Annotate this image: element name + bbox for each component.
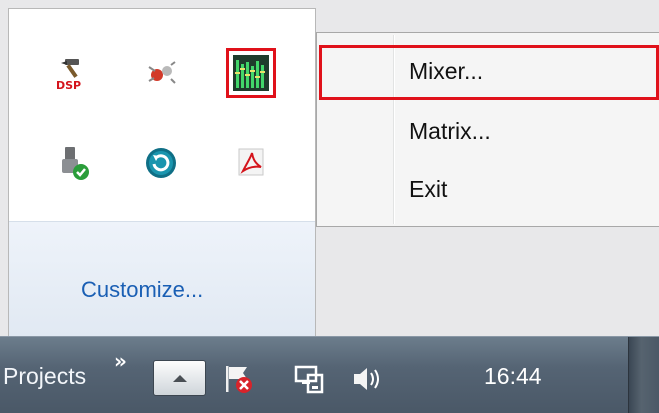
menu-item-mixer[interactable]: Mixer... (319, 45, 659, 100)
mixer-equalizer-icon[interactable] (223, 45, 279, 101)
usb-connected-icon[interactable] (45, 135, 101, 191)
notification-overflow-panel: DSP Customize... (8, 8, 316, 336)
volume-icon[interactable] (348, 359, 388, 399)
menu-item-label: Matrix... (409, 118, 491, 144)
show-desktop-button[interactable] (628, 337, 659, 413)
taskbar-overflow-chevron[interactable]: » (114, 349, 127, 373)
chevron-up-icon (172, 375, 187, 382)
context-menu: Mixer... Matrix... Exit (316, 32, 659, 227)
taskbar-clock[interactable]: 16:44 (484, 363, 542, 390)
menu-item-matrix[interactable]: Matrix... (319, 105, 659, 159)
network-bug-icon[interactable] (133, 45, 189, 101)
taskbar: Projects » 16:44 (0, 336, 659, 413)
dsp-badge: DSP (56, 79, 81, 92)
overflow-icon-grid: DSP (9, 9, 315, 221)
show-hidden-icons-button[interactable] (153, 360, 206, 396)
acrobat-icon[interactable] (223, 135, 279, 191)
taskbar-button-projects[interactable]: Projects (3, 363, 86, 390)
menu-item-exit[interactable]: Exit (319, 163, 659, 217)
menu-item-label: Mixer... (409, 58, 484, 84)
menu-item-label: Exit (409, 176, 448, 202)
customize-area: Customize... (9, 221, 315, 336)
customize-link[interactable]: Customize... (81, 277, 203, 303)
dsp-hammer-icon[interactable]: DSP (45, 45, 101, 101)
network-icon[interactable] (289, 359, 329, 399)
action-center-flag-icon[interactable] (218, 359, 258, 399)
sync-refresh-icon[interactable] (133, 135, 189, 191)
